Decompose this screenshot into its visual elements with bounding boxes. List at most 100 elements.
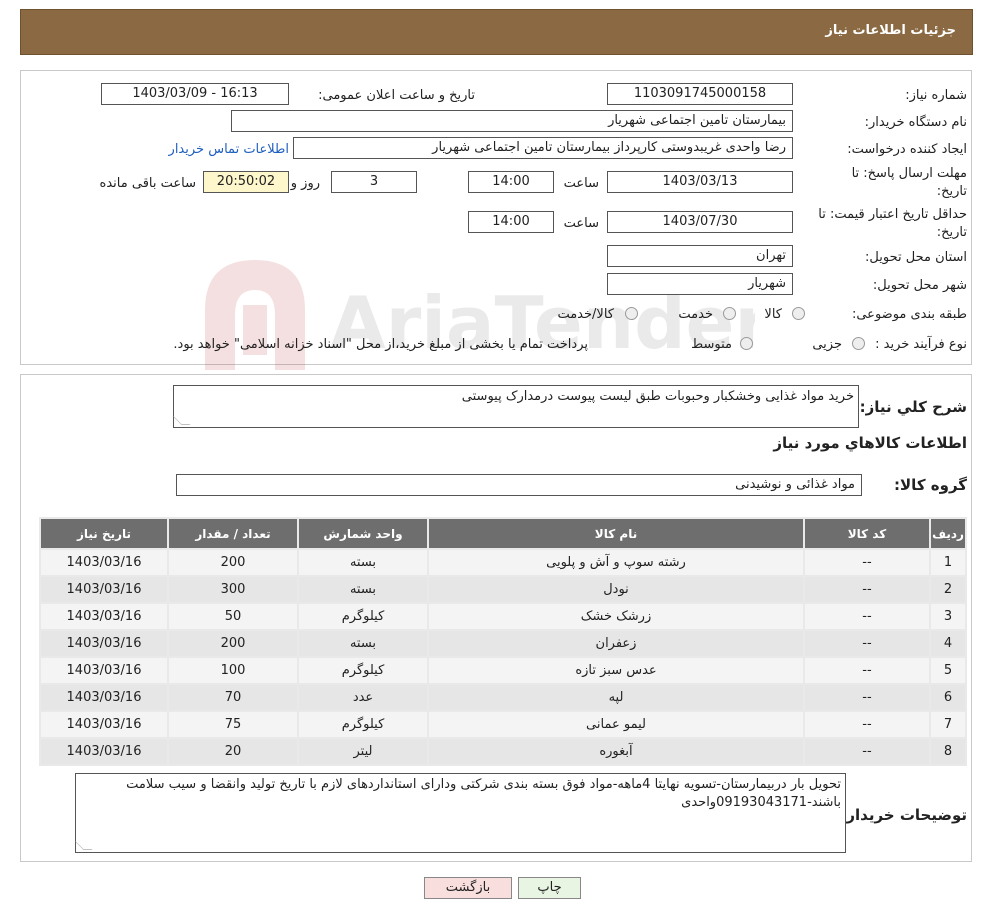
col-header-unit: واحد شمارش <box>299 519 427 548</box>
buyer-org-field: بیمارستان تامین اجتماعی شهریار <box>231 110 793 132</box>
cell-date: 1403/03/16 <box>41 712 167 737</box>
notes-textarea[interactable]: تحویل بار دربیمارستان-تسویه نهایتا 4ماهه… <box>74 773 846 853</box>
cell-name: لپه <box>429 685 803 710</box>
reply-deadline-label-2: تاریخ: <box>936 184 967 199</box>
category-option-goods: کالا <box>764 307 782 322</box>
process-label: نوع فرآیند خرید : <box>875 337 967 352</box>
category-option-goods-service: کالا/خدمت <box>557 307 614 322</box>
cell-name: عدس سبز تازه <box>429 658 803 683</box>
process-radio-medium[interactable] <box>740 337 753 350</box>
cell-date: 1403/03/16 <box>41 550 167 575</box>
table-header-row: رديف کد کالا نام کالا واحد شمارش تعداد /… <box>41 519 965 548</box>
table-row: 3 -- زرشک خشک کیلوگرم 50 1403/03/16 <box>41 604 965 629</box>
creator-label: ایجاد کننده درخواست: <box>847 142 967 157</box>
group-label: گروه کالا: <box>894 476 967 494</box>
resize-grip-icon[interactable] <box>172 416 191 425</box>
cell-date: 1403/03/16 <box>41 604 167 629</box>
cell-unit: کیلوگرم <box>299 604 427 629</box>
table-row: 5 -- عدس سبز تازه کیلوگرم 100 1403/03/16 <box>41 658 965 683</box>
cell-name: آبغوره <box>429 739 803 764</box>
goods-section-title: اطلاعات کالاهاي مورد نياز <box>773 434 967 452</box>
cell-date: 1403/03/16 <box>41 631 167 656</box>
need-number-label: شماره نیاز: <box>905 88 967 103</box>
category-radio-goods-service[interactable] <box>625 307 638 320</box>
cell-unit: بسته <box>299 631 427 656</box>
process-note: پرداخت تمام یا بخشی از مبلغ خرید،از محل … <box>173 337 588 352</box>
days-field: 3 <box>331 171 417 193</box>
notes-label: توضیحات خریدار: <box>840 806 967 824</box>
cell-unit: بسته <box>299 577 427 602</box>
cell-row-num: 6 <box>931 685 965 710</box>
cell-row-num: 5 <box>931 658 965 683</box>
cell-quantity: 20 <box>169 739 297 764</box>
province-label: استان محل تحویل: <box>865 250 967 265</box>
col-header-row-num: رديف <box>931 519 965 548</box>
items-table: رديف کد کالا نام کالا واحد شمارش تعداد /… <box>39 517 967 766</box>
items-table-wrap: رديف کد کالا نام کالا واحد شمارش تعداد /… <box>39 517 967 766</box>
resize-grip-icon[interactable] <box>74 841 93 850</box>
cell-code: -- <box>805 631 929 656</box>
table-row: 7 -- لیمو عمانی کیلوگرم 75 1403/03/16 <box>41 712 965 737</box>
validity-date-field: 1403/07/30 <box>607 211 793 233</box>
summary-textarea[interactable]: خرید مواد غذایی وخشکبار وحبوبات طبق لیست… <box>172 385 859 428</box>
cell-code: -- <box>805 685 929 710</box>
cell-code: -- <box>805 604 929 629</box>
page-header: جزئیات اطلاعات نیاز <box>20 9 973 55</box>
cell-name: نودل <box>429 577 803 602</box>
cell-unit: عدد <box>299 685 427 710</box>
cell-unit: لیتر <box>299 739 427 764</box>
contact-info-link[interactable]: اطلاعات تماس خریدار <box>169 142 289 157</box>
cell-code: -- <box>805 658 929 683</box>
cell-date: 1403/03/16 <box>41 685 167 710</box>
cell-code: -- <box>805 550 929 575</box>
summary-label: شرح کلي نياز: <box>859 398 967 416</box>
summary-text: خرید مواد غذایی وخشکبار وحبوبات طبق لیست… <box>461 389 854 404</box>
cell-code: -- <box>805 577 929 602</box>
cell-quantity: 200 <box>169 550 297 575</box>
validity-label: حداقل تاریخ اعتبار قیمت: تا <box>818 207 967 222</box>
table-row: 2 -- نودل بسته 300 1403/03/16 <box>41 577 965 602</box>
creator-field: رضا واحدی غریبدوستی کارپرداز بیمارستان ت… <box>293 137 793 159</box>
cell-unit: کیلوگرم <box>299 658 427 683</box>
col-header-date: تاريخ نياز <box>41 519 167 548</box>
reply-date-field: 1403/03/13 <box>607 171 793 193</box>
remaining-label: ساعت باقی مانده <box>99 176 196 191</box>
cell-date: 1403/03/16 <box>41 658 167 683</box>
validity-time-label: ساعت <box>563 216 599 231</box>
process-option-medium: متوسط <box>691 337 732 352</box>
remaining-time-field: 20:50:02 <box>203 171 289 193</box>
need-number-field: 1103091745000158 <box>607 83 793 105</box>
cell-row-num: 1 <box>931 550 965 575</box>
cell-quantity: 200 <box>169 631 297 656</box>
table-row: 8 -- آبغوره لیتر 20 1403/03/16 <box>41 739 965 764</box>
table-row: 4 -- زعفران بسته 200 1403/03/16 <box>41 631 965 656</box>
announce-field: 1403/03/09 - 16:13 <box>101 83 289 105</box>
category-radio-goods[interactable] <box>792 307 805 320</box>
cell-quantity: 300 <box>169 577 297 602</box>
city-label: شهر محل تحویل: <box>872 278 967 293</box>
cell-row-num: 3 <box>931 604 965 629</box>
table-row: 6 -- لپه عدد 70 1403/03/16 <box>41 685 965 710</box>
category-radio-service[interactable] <box>723 307 736 320</box>
watermark-logo: AriaTender.neT <box>195 250 936 380</box>
days-label: روز و <box>290 176 320 191</box>
cell-code: -- <box>805 739 929 764</box>
col-header-code: کد کالا <box>805 519 929 548</box>
process-radio-small[interactable] <box>852 337 865 350</box>
category-label: طبقه بندی موضوعی: <box>851 307 967 322</box>
cell-name: رشته سوپ و آش و پلویی <box>429 550 803 575</box>
cell-name: زرشک خشک <box>429 604 803 629</box>
cell-name: لیمو عمانی <box>429 712 803 737</box>
group-field: مواد غذائی و نوشیدنی <box>176 474 862 496</box>
notes-text: تحویل بار دربیمارستان-تسویه نهایتا 4ماهه… <box>126 777 841 810</box>
table-row: 1 -- رشته سوپ و آش و پلویی بسته 200 1403/03/1… <box>41 550 965 575</box>
cell-unit: کیلوگرم <box>299 712 427 737</box>
reply-time-label: ساعت <box>563 176 599 191</box>
buyer-org-label: نام دستگاه خریدار: <box>864 115 967 130</box>
reply-deadline-label: مهلت ارسال پاسخ: تا <box>851 166 967 181</box>
cell-quantity: 100 <box>169 658 297 683</box>
print-button[interactable]: چاپ <box>518 877 581 899</box>
back-button[interactable]: بازگشت <box>424 877 512 899</box>
cell-date: 1403/03/16 <box>41 739 167 764</box>
cell-quantity: 70 <box>169 685 297 710</box>
